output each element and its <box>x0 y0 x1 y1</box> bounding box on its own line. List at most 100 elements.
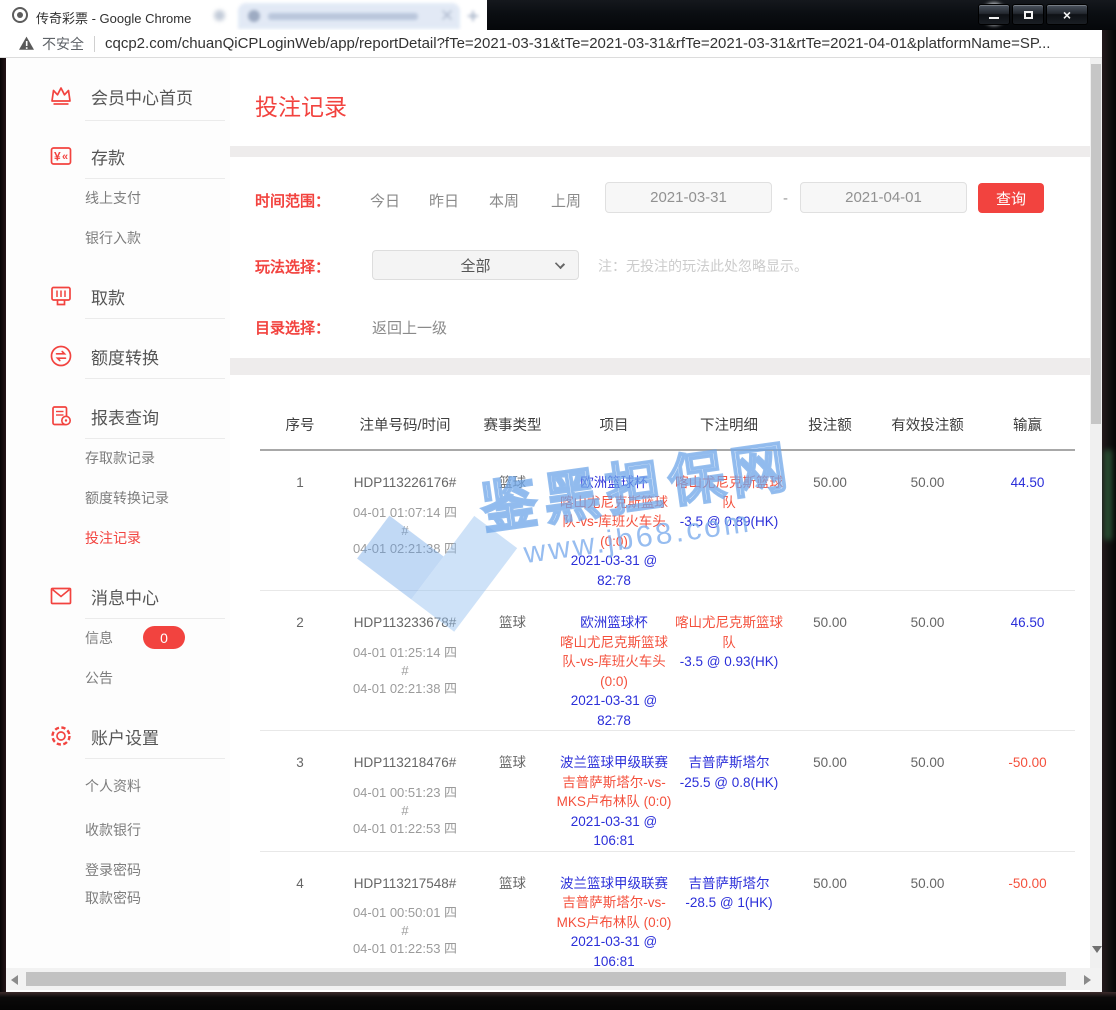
window-titlebar: 传奇彩票 - Google Chrome × <box>0 0 1116 30</box>
col-serial: 序号 <box>260 375 340 450</box>
cell-valid: 50.00 <box>875 731 980 852</box>
search-button[interactable]: 查询 <box>978 183 1044 213</box>
cell-serial: 4 <box>260 851 340 972</box>
scroll-right-arrow-icon[interactable] <box>1084 975 1091 985</box>
sidebar-item-bank-deposit[interactable]: 银行入款 <box>85 226 141 250</box>
horizontal-scrollbar-thumb[interactable] <box>26 972 1066 986</box>
message-count-badge[interactable]: 0 <box>143 626 185 649</box>
close-icon: × <box>1063 8 1071 22</box>
sidebar-item-receiving-bank[interactable]: 收款银行 <box>85 818 141 842</box>
cell-win: 44.50 <box>980 450 1075 591</box>
window-border-bottom <box>0 992 1116 1010</box>
sidebar-item-deposit[interactable]: ¥« 存款 <box>48 138 125 174</box>
quick-option-today[interactable]: 今日 <box>363 190 407 211</box>
sidebar-item-message-center[interactable]: 消息中心 <box>48 578 159 614</box>
directory-select-label: 目录选择： <box>255 317 330 338</box>
sidebar-item-quota-exchange[interactable]: 额度转换 <box>48 338 159 374</box>
date-range-dash: - <box>783 190 788 207</box>
cell-valid: 50.00 <box>875 851 980 972</box>
minimize-icon <box>989 17 999 19</box>
cell-detail: 吉普萨斯塔尔-25.5 @ 0.8(HK) <box>673 731 785 852</box>
minimize-button[interactable] <box>978 4 1010 25</box>
sidebar-item-announcements[interactable]: 公告 <box>85 666 113 690</box>
cell-valid: 50.00 <box>875 450 980 591</box>
sidebar-item-login-password[interactable]: 登录密码 <box>85 858 141 882</box>
table-row: 2 HDP113233678# 04-01 01:25:14 四#04-01 0… <box>260 591 1075 731</box>
close-button[interactable]: × <box>1046 4 1088 25</box>
sidebar-item-label: 消息中心 <box>91 584 159 609</box>
sidebar-item-member-home[interactable]: 会员中心首页 <box>48 78 193 114</box>
ghost-tab-close-icon <box>442 10 452 20</box>
cell-detail: 吉普萨斯塔尔-28.5 @ 1(HK) <box>673 851 785 972</box>
cell-win: -50.00 <box>980 851 1075 972</box>
ghost-new-tab-icon <box>468 11 478 21</box>
gear-icon <box>48 723 74 749</box>
cell-order-time: HDP113233678# 04-01 01:25:14 四#04-01 02:… <box>340 591 470 731</box>
table-row: 3 HDP113218476# 04-01 00:51:23 四#04-01 0… <box>260 731 1075 852</box>
date-to-input[interactable] <box>800 182 967 213</box>
deposit-icon: ¥« <box>48 143 74 169</box>
sidebar-divider <box>85 378 225 379</box>
cell-sport: 篮球 <box>470 851 555 972</box>
cell-item: 波兰篮球甲级联赛吉普萨斯塔尔-vs-MKS卢布林队 (0:0)2021-03-3… <box>555 731 673 852</box>
sidebar-item-account-settings[interactable]: 账户设置 <box>48 718 159 754</box>
page-title: 投注记录 <box>255 88 347 122</box>
mail-icon <box>48 583 74 609</box>
play-type-select[interactable]: 全部 <box>372 250 579 280</box>
sidebar-item-withdraw[interactable]: 取款 <box>48 278 125 314</box>
title-panel: 投注记录 <box>230 58 1090 146</box>
scroll-down-arrow-icon[interactable] <box>1092 946 1102 953</box>
col-order-time: 注单号码/时间 <box>340 375 470 450</box>
sidebar-item-online-pay[interactable]: 线上支付 <box>85 186 141 210</box>
report-icon <box>48 403 74 429</box>
page-viewport: 会员中心首页 ¥« 存款 线上支付 银行入款 取款 额度转换 报表 <box>6 58 1102 992</box>
cell-valid: 50.00 <box>875 591 980 731</box>
sidebar-item-messages[interactable]: 信息 <box>85 626 113 650</box>
background-ghost-tab <box>238 3 460 29</box>
quick-option-last-week[interactable]: 上周 <box>544 190 588 211</box>
col-sport-type: 赛事类型 <box>470 375 555 450</box>
ghost-tab-favicon-icon <box>248 10 260 22</box>
col-win-loss: 输赢 <box>980 375 1075 450</box>
sidebar-item-withdraw-password[interactable]: 取款密码 <box>85 886 141 910</box>
background-tab-dot <box>214 10 225 21</box>
date-from-input[interactable] <box>605 182 772 213</box>
url-text[interactable]: cqcp2.com/chuanQiCPLoginWeb/app/reportDe… <box>105 35 1050 52</box>
security-label: 不安全 <box>42 34 84 54</box>
table-row: 1 HDP113226176# 04-01 01:07:14 四#04-01 0… <box>260 450 1075 591</box>
withdraw-icon <box>48 283 74 309</box>
exchange-icon <box>48 343 74 369</box>
quick-option-yesterday[interactable]: 昨日 <box>422 190 466 211</box>
svg-text:«: « <box>62 151 68 163</box>
cell-win: -50.00 <box>980 731 1075 852</box>
cell-bet: 50.00 <box>785 851 875 972</box>
back-to-parent-link[interactable]: 返回上一级 <box>372 317 447 338</box>
sidebar-item-label: 账户设置 <box>91 724 159 749</box>
cell-order-time: HDP113226176# 04-01 01:07:14 四#04-01 02:… <box>340 450 470 591</box>
maximize-button[interactable] <box>1012 4 1044 25</box>
not-secure-warning-icon <box>18 36 35 51</box>
sidebar: 会员中心首页 ¥« 存款 线上支付 银行入款 取款 额度转换 报表 <box>6 58 230 992</box>
scroll-left-arrow-icon[interactable] <box>11 975 18 985</box>
records-table-panel: 序号 注单号码/时间 赛事类型 项目 下注明细 投注额 有效投注额 输赢 1 H… <box>230 375 1090 992</box>
vertical-scrollbar-thumb[interactable] <box>1091 64 1101 424</box>
col-bet-detail: 下注明细 <box>673 375 785 450</box>
sidebar-item-label: 报表查询 <box>91 404 159 429</box>
play-select-label: 玩法选择： <box>255 256 330 277</box>
cell-item: 欧洲篮球杯喀山尤尼克斯篮球队-vs-库班火车头 (0:0)2021-03-31 … <box>555 450 673 591</box>
cell-item: 波兰篮球甲级联赛吉普萨斯塔尔-vs-MKS卢布林队 (0:0)2021-03-3… <box>555 851 673 972</box>
sidebar-item-report-query[interactable]: 报表查询 <box>48 398 159 434</box>
sidebar-item-quota-exchange-records[interactable]: 额度转换记录 <box>85 486 169 510</box>
site-favicon-icon <box>12 7 28 23</box>
cell-detail: 喀山尤尼克斯篮球队-3.5 @ 0.93(HK) <box>673 591 785 731</box>
address-bar[interactable]: 不安全 cqcp2.com/chuanQiCPLoginWeb/app/repo… <box>0 30 1102 58</box>
svg-text:¥: ¥ <box>54 150 61 164</box>
quick-option-this-week[interactable]: 本周 <box>482 190 526 211</box>
sidebar-item-bet-records[interactable]: 投注记录 <box>85 526 141 550</box>
sidebar-item-deposit-withdraw-records[interactable]: 存取款记录 <box>85 446 155 470</box>
horizontal-scrollbar[interactable] <box>6 968 1102 990</box>
sidebar-item-profile[interactable]: 个人资料 <box>85 774 141 798</box>
vertical-scrollbar[interactable] <box>1090 58 1102 992</box>
col-bet-amount: 投注额 <box>785 375 875 450</box>
sidebar-divider <box>85 618 225 619</box>
